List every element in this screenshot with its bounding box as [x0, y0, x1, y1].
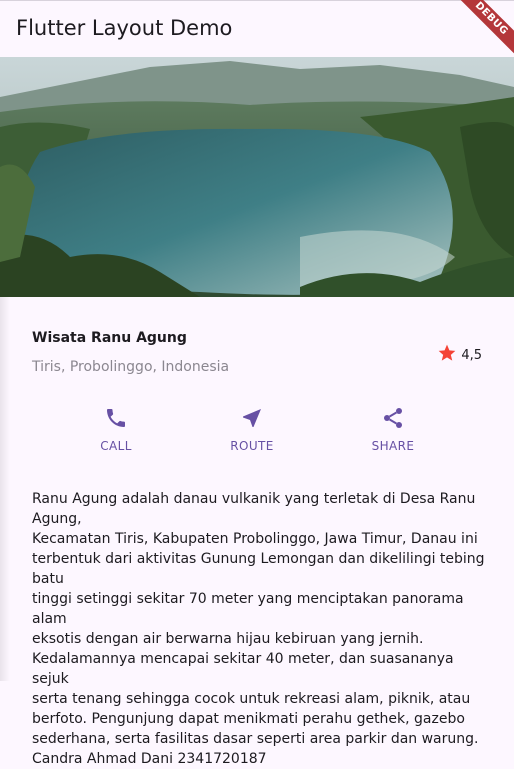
- place-name: Wisata Ranu Agung: [32, 330, 187, 346]
- place-location: Tiris, Probolinggo, Indonesia: [32, 359, 230, 375]
- share-label: SHARE: [371, 439, 415, 453]
- title-section: Wisata Ranu Agung Tiris, Probolinggo, In…: [32, 330, 482, 386]
- app-title: Flutter Layout Demo: [16, 16, 233, 40]
- lake-photo: [0, 57, 514, 297]
- phone-icon: [71, 406, 161, 430]
- debug-banner: DEBUG: [453, 0, 514, 57]
- rating-value: 4,5: [461, 347, 482, 363]
- description-text: Ranu Agung adalah danau vulkanik yang te…: [32, 491, 485, 767]
- rating: 4,5: [437, 343, 482, 367]
- route-button[interactable]: ROUTE: [207, 406, 297, 453]
- app-bar: Flutter Layout Demo DEBUG: [0, 0, 514, 58]
- route-label: ROUTE: [230, 439, 274, 453]
- share-icon: [348, 406, 438, 430]
- action-buttons: CALL ROUTE SHARE: [0, 406, 514, 462]
- star-icon: [437, 343, 457, 367]
- edge-shadow: [0, 297, 10, 681]
- call-label: CALL: [100, 439, 132, 453]
- share-button[interactable]: SHARE: [348, 406, 438, 453]
- call-button[interactable]: CALL: [71, 406, 161, 453]
- navigation-icon: [207, 406, 297, 430]
